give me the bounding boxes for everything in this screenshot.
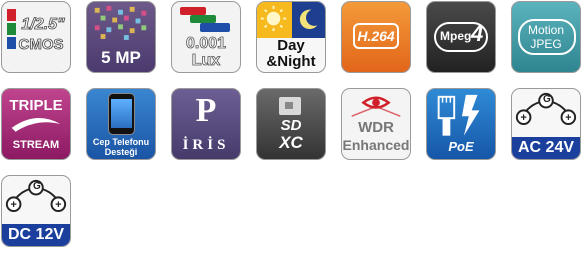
ground-label: G <box>543 94 551 105</box>
svg-text:+: + <box>55 199 61 211</box>
megapixel-label: 5 MP <box>101 48 141 67</box>
poe-label: PoE <box>448 139 474 154</box>
ac24v-label: AC 24V <box>512 137 580 159</box>
phone-icon <box>108 93 135 135</box>
lux-bar-blue <box>200 23 230 32</box>
cmos-sensor-icon: 1/2.5" CMOS <box>1 1 71 73</box>
svg-text:+: + <box>565 112 571 124</box>
jpeg-label: JPEG <box>530 37 562 51</box>
day-night-icon: Day &Night <box>256 1 326 73</box>
wdr-icon: WDR Enhanced <box>341 88 411 160</box>
cmos-label: CMOS <box>18 36 64 54</box>
iris-label: İRİS <box>182 137 230 153</box>
sd-label: SD <box>280 117 302 134</box>
sd-card-icon <box>279 97 301 115</box>
ground-label: G <box>33 181 41 192</box>
megapixel-icon: 5 MP <box>86 1 156 73</box>
svg-text:+: + <box>521 112 527 124</box>
mpeg-label: Mpeg <box>440 29 472 43</box>
iris-letter: P <box>195 92 217 129</box>
lux-bar-red <box>180 7 206 15</box>
sdxc-icon: SD XC <box>256 88 326 160</box>
wdr-label: WDR <box>358 119 394 136</box>
h264-icon: H.264 <box>341 1 411 73</box>
mobile-label-line1: Cep Telefonu <box>92 137 150 147</box>
iris-icon: P İRİS <box>171 88 241 160</box>
motion-jpeg-icon: Motion JPEG <box>511 1 581 73</box>
mpeg-version-label: 4 <box>471 21 484 46</box>
mobile-support-icon: Cep Telefonu Desteği <box>86 88 156 160</box>
xc-label: XC <box>279 133 303 152</box>
mobile-label-line2: Desteği <box>104 147 138 157</box>
wdr-enhanced-label: Enhanced <box>342 137 410 153</box>
poe-icon: PoE <box>426 88 496 160</box>
day-label: Day <box>277 37 305 54</box>
dc12v-icon: + + G DC 12V <box>1 175 71 247</box>
lux-unit-label: Lux <box>191 52 221 70</box>
triple-stream-icon: TRIPLE STREAM <box>1 88 71 160</box>
ac24v-icon: + + G AC 24V <box>511 88 581 160</box>
h264-label: H.264 <box>357 28 395 44</box>
lux-bar-green <box>190 15 216 23</box>
cmos-size-label: 1/2.5" <box>21 16 65 34</box>
lux-value-label: 0.001 <box>185 35 227 53</box>
dc12v-label: DC 12V <box>2 224 70 246</box>
stream-label: STREAM <box>12 139 60 151</box>
night-label: &Night <box>266 53 316 70</box>
svg-text:+: + <box>11 199 17 211</box>
motion-label: Motion <box>527 23 565 37</box>
mpeg4-icon: Mpeg 4 <box>426 1 496 73</box>
low-lux-icon: 0.001 Lux <box>171 1 241 73</box>
